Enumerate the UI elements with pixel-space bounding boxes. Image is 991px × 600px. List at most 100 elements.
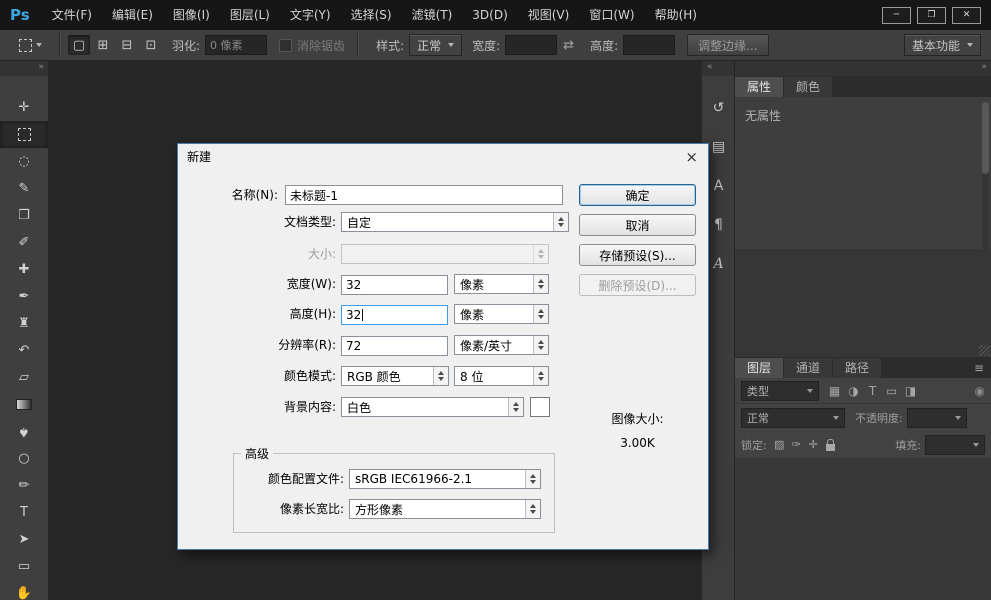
width-unit-select[interactable]: 像素 xyxy=(454,274,549,294)
lock-position-icon[interactable]: ✛ xyxy=(805,438,822,451)
tab-channels[interactable]: 通道 xyxy=(784,358,832,378)
menu-type[interactable]: 文字(Y) xyxy=(280,0,341,30)
path-selection-tool[interactable]: ➤ xyxy=(0,526,48,553)
color-profile-label: 颜色配置文件: xyxy=(178,469,344,489)
feather-input[interactable]: 0 像素 xyxy=(205,35,267,55)
collapse-panels-chevron[interactable]: » xyxy=(735,61,991,76)
crop-tool[interactable]: ❒ xyxy=(0,202,48,229)
lasso-tool[interactable]: ◌ xyxy=(0,148,48,175)
height-input[interactable]: 32 xyxy=(341,305,448,325)
name-input[interactable]: 未标题-1 xyxy=(285,185,563,205)
pen-tool[interactable]: ✏ xyxy=(0,472,48,499)
height-unit-select[interactable]: 像素 xyxy=(454,304,549,324)
hand-tool[interactable]: ✋ xyxy=(0,580,48,600)
background-select[interactable]: 白色 xyxy=(341,397,524,417)
dropdown-arrow-icon xyxy=(967,43,973,47)
expand-panel-dock-chevron[interactable]: « xyxy=(702,61,735,76)
history-brush-tool[interactable]: ↶ xyxy=(0,337,48,364)
save-preset-button[interactable]: 存储预设(S)... xyxy=(579,244,696,266)
image-size-value: 3.00K xyxy=(579,436,696,450)
menu-image[interactable]: 图像(I) xyxy=(163,0,220,30)
rectangular-marquee-tool[interactable] xyxy=(0,121,48,148)
antialias-checkbox[interactable] xyxy=(279,39,292,52)
gradient-tool[interactable] xyxy=(0,391,48,418)
lock-image-pixels-icon[interactable]: ✑ xyxy=(788,438,805,451)
menu-window[interactable]: 窗口(W) xyxy=(579,0,644,30)
workspace-switcher[interactable]: 基本功能 xyxy=(904,34,981,56)
tab-layers[interactable]: 图层 xyxy=(735,358,783,378)
quick-selection-tool[interactable]: ✎ xyxy=(0,175,48,202)
rectangle-tool[interactable]: ▭ xyxy=(0,553,48,580)
panel-menu-icon[interactable]: ≡ xyxy=(967,358,991,378)
close-window-button[interactable]: ✕ xyxy=(952,7,981,24)
resolution-input[interactable]: 72 xyxy=(341,336,448,356)
width-input[interactable] xyxy=(505,35,557,55)
width-unit-value: 像素 xyxy=(455,275,533,293)
lock-icons: ▨✑✛ xyxy=(771,438,839,451)
layer-filter-toggle-icon[interactable]: ◉ xyxy=(975,384,985,398)
menu-filter[interactable]: 滤镜(T) xyxy=(402,0,463,30)
style-value: 正常 xyxy=(417,37,441,54)
tab-color[interactable]: 颜色 xyxy=(784,77,832,97)
resolution-unit-select[interactable]: 像素/英寸 xyxy=(454,335,549,355)
color-mode-select[interactable]: RGB 颜色 xyxy=(341,366,449,386)
history-panel-icon[interactable]: ↺ xyxy=(702,88,735,127)
menu-help[interactable]: 帮助(H) xyxy=(645,0,707,30)
filter-pixel-layers-icon[interactable]: ▦ xyxy=(825,384,844,398)
ok-button[interactable]: 确定 xyxy=(579,184,696,206)
background-color-swatch[interactable] xyxy=(530,397,550,417)
filter-type-layers-icon[interactable]: T xyxy=(863,384,882,398)
eyedropper-tool[interactable]: ✐ xyxy=(0,229,48,256)
panel-resize-grip[interactable] xyxy=(979,345,990,356)
blend-mode-select[interactable]: 正常 xyxy=(741,408,845,428)
rectangular-marquee-icon xyxy=(18,128,31,141)
brush-tool[interactable]: ✒ xyxy=(0,283,48,310)
doc-type-select[interactable]: 自定 xyxy=(341,212,569,232)
spot-healing-brush-tool[interactable]: ✚ xyxy=(0,256,48,283)
menu-file[interactable]: 文件(F) xyxy=(42,0,102,30)
horizontal-type-tool[interactable]: T xyxy=(0,499,48,526)
style-select[interactable]: 正常 xyxy=(409,34,462,56)
scrollbar-thumb[interactable] xyxy=(982,102,989,174)
menu-layer[interactable]: 图层(L) xyxy=(220,0,280,30)
new-selection-mode-button[interactable]: ▢ xyxy=(68,35,90,55)
color-profile-select[interactable]: sRGB IEC61966-2.1 xyxy=(349,469,541,489)
menu-edit[interactable]: 编辑(E) xyxy=(102,0,163,30)
tool-preset-picker[interactable] xyxy=(8,34,52,56)
tab-paths[interactable]: 路径 xyxy=(833,358,881,378)
tab-properties[interactable]: 属性 xyxy=(735,77,783,97)
width-input[interactable]: 32 xyxy=(341,275,448,295)
filter-smart-object-icon[interactable]: ◨ xyxy=(901,384,920,398)
layer-filter-type-select[interactable]: 类型 xyxy=(741,381,819,401)
move-tool[interactable]: ✛ xyxy=(0,94,48,121)
lock-all-icon[interactable] xyxy=(826,444,835,451)
intersect-selection-mode-button[interactable]: ⊡ xyxy=(140,35,162,55)
lock-transparent-pixels-icon[interactable]: ▨ xyxy=(771,438,788,451)
opacity-select[interactable] xyxy=(907,408,967,428)
pixel-aspect-select[interactable]: 方形像素 xyxy=(349,499,541,519)
minimize-button[interactable]: ─ xyxy=(882,7,911,24)
filter-adjustment-layers-icon[interactable]: ◑ xyxy=(844,384,863,398)
dodge-tool-icon: ○ xyxy=(18,451,29,466)
restore-button[interactable]: ❐ xyxy=(917,7,946,24)
options-bar: ▢⊞⊟⊡ 羽化: 0 像素 消除锯齿 样式: 正常 宽度: ⇄ 高度: 调整边缘… xyxy=(0,30,991,61)
blur-tool[interactable]: ♠ xyxy=(0,418,48,445)
refine-edge-button[interactable]: 调整边缘... xyxy=(687,34,768,56)
height-input[interactable] xyxy=(623,35,675,55)
filter-shape-layers-icon[interactable]: ▭ xyxy=(882,384,901,398)
cancel-button[interactable]: 取消 xyxy=(579,214,696,236)
clone-stamp-tool[interactable]: ♜ xyxy=(0,310,48,337)
swap-dimensions-icon[interactable]: ⇄ xyxy=(563,38,574,53)
subtract-selection-mode-button[interactable]: ⊟ xyxy=(116,35,138,55)
panel-group: » 属性 颜色 无属性 图层 通道 路径 ≡ 类型 ▦◑T▭◨ ◉ xyxy=(734,61,991,600)
eraser-tool[interactable]: ▱ xyxy=(0,364,48,391)
expand-tooldock-chevron[interactable]: » xyxy=(0,61,48,76)
dodge-tool[interactable]: ○ xyxy=(0,445,48,472)
menu-view[interactable]: 视图(V) xyxy=(518,0,580,30)
add-selection-mode-button[interactable]: ⊞ xyxy=(92,35,114,55)
menu-select[interactable]: 选择(S) xyxy=(341,0,402,30)
bit-depth-select[interactable]: 8 位 xyxy=(454,366,549,386)
fill-select[interactable] xyxy=(925,435,985,455)
dialog-close-icon[interactable]: × xyxy=(685,150,698,165)
menu-3d[interactable]: 3D(D) xyxy=(462,0,517,30)
